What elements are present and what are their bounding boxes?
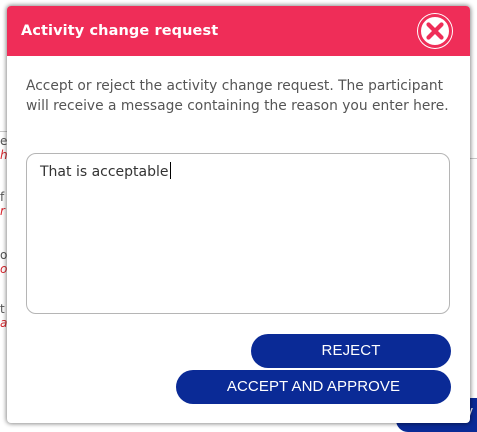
accept-and-approve-button[interactable]: ACCEPT AND APPROVE (176, 370, 451, 404)
dialog-header: Activity change request (7, 6, 470, 56)
dialog-instructions: Accept or reject the activity change req… (26, 78, 449, 114)
text-caret (169, 162, 171, 179)
reason-text: That is acceptable (40, 164, 169, 180)
dialog-title: Activity change request (21, 23, 219, 39)
activity-change-request-dialog: Activity change request Accept or reject… (7, 6, 470, 423)
reason-textarea[interactable]: That is acceptable (26, 153, 450, 314)
close-button[interactable] (417, 13, 453, 49)
close-icon (418, 14, 452, 48)
reject-button[interactable]: REJECT (251, 334, 451, 368)
background-divider-right (470, 158, 477, 159)
